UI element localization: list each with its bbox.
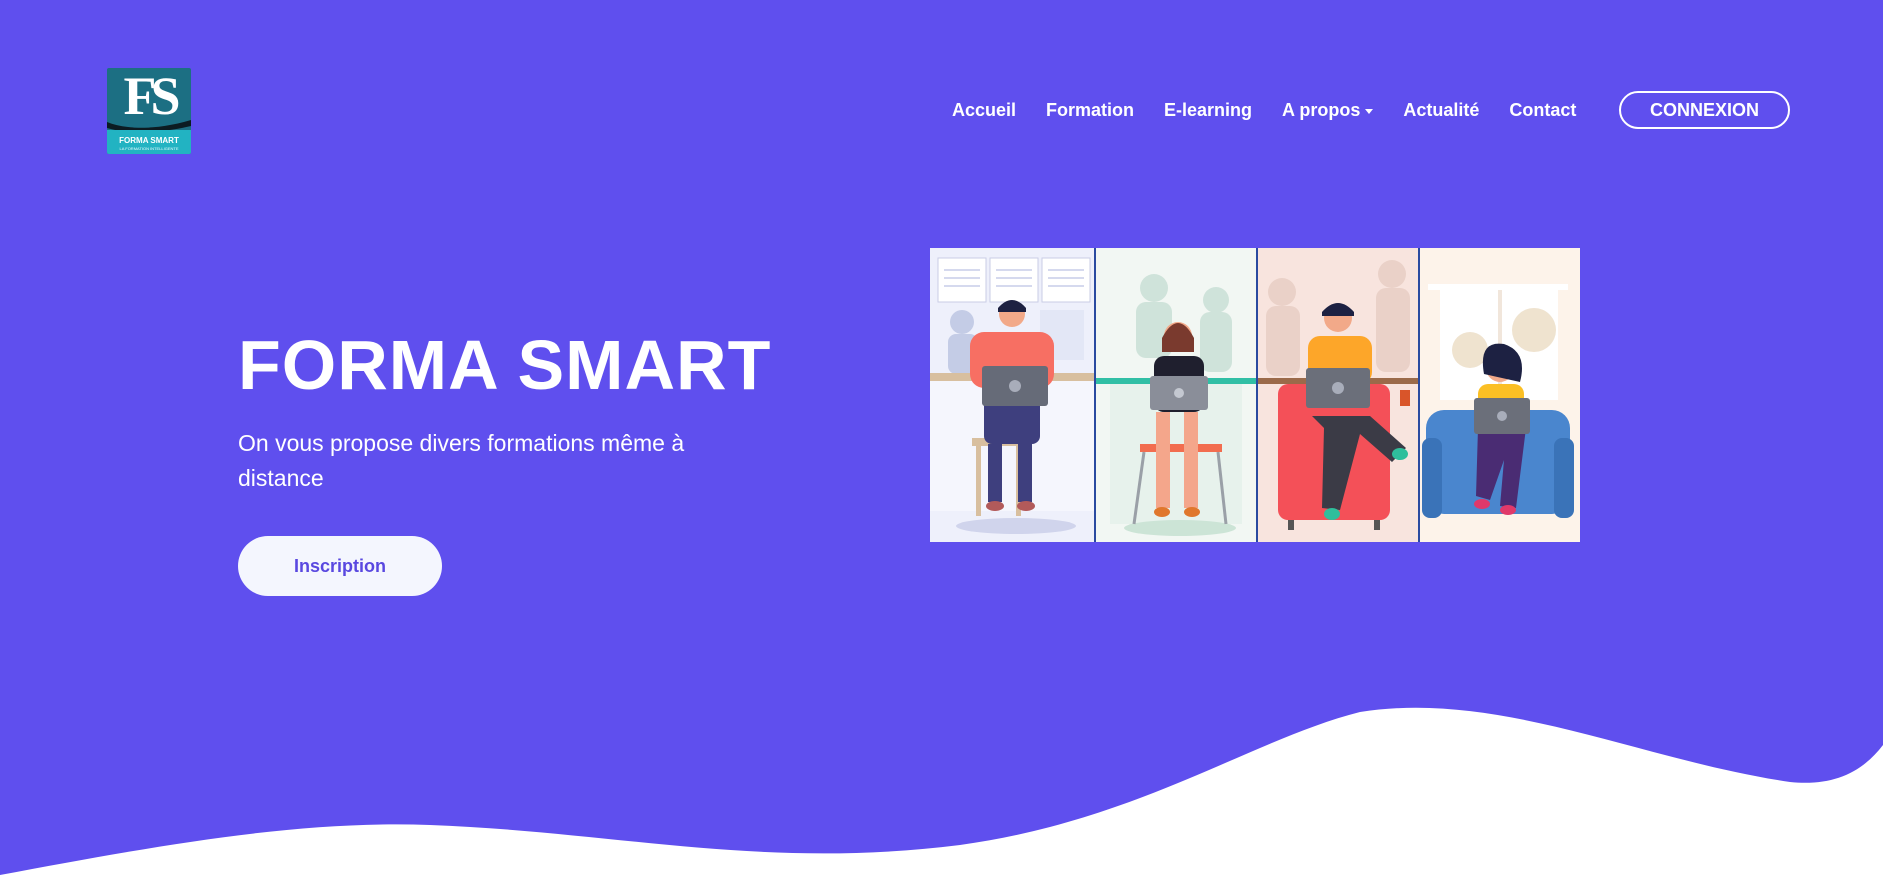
coworking-illustration [930,248,1580,542]
brand-logo[interactable]: FS FORMA SMART LA FORMATION INTELLIGENTE [107,68,191,154]
logo-monogram: FS [123,68,180,126]
logo-name: FORMA SMART [119,136,179,145]
chevron-down-icon [1365,108,1374,114]
hero-section: FS FORMA SMART LA FORMATION INTELLIGENTE… [0,0,1883,890]
hero-subtitle: On vous propose divers formations même à… [238,430,685,491]
signup-button[interactable]: Inscription [238,536,442,596]
nav-formation[interactable]: Formation [1046,92,1134,128]
nav-contact[interactable]: Contact [1509,92,1576,128]
main-nav: Accueil Formation E-learning A propos Ac… [952,92,1606,128]
nav-actualite[interactable]: Actualité [1403,92,1479,128]
nav-a-propos-label: A propos [1282,100,1361,120]
page-title: FORMA SMART [238,326,772,404]
nav-a-propos[interactable]: A propos [1282,92,1374,128]
nav-accueil[interactable]: Accueil [952,92,1016,128]
nav-e-learning[interactable]: E-learning [1164,92,1252,128]
logo-tagline: LA FORMATION INTELLIGENTE [119,146,179,151]
login-button[interactable]: CONNEXION [1619,91,1790,129]
